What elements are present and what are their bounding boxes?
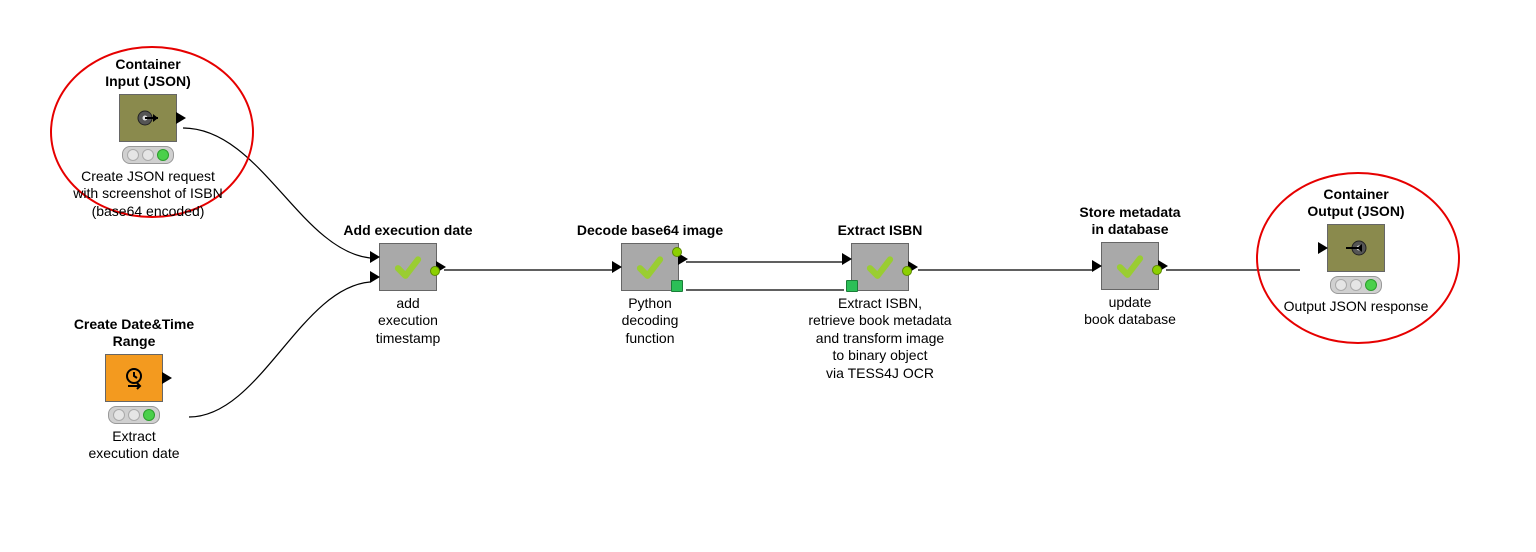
clock-icon [105, 354, 163, 402]
node-date-range[interactable]: Create Date&Time Range Extract execution… [34, 316, 234, 463]
node-description: Create JSON request with screenshot of I… [48, 168, 248, 221]
status-indicator [122, 146, 174, 164]
checkmark-icon [621, 243, 679, 291]
node-add-execution-date[interactable]: Add execution date add execution timesta… [308, 222, 508, 347]
node-description: add execution timestamp [308, 295, 508, 348]
node-description: Python decoding function [550, 295, 750, 348]
node-description: Extract ISBN, retrieve book metadata and… [780, 295, 980, 383]
status-indicator [108, 406, 160, 424]
container-output-icon [1327, 224, 1385, 272]
node-store-metadata[interactable]: Store metadata in database update book d… [1030, 204, 1230, 329]
node-description: update book database [1030, 294, 1230, 329]
checkmark-icon [1101, 242, 1159, 290]
node-title: Extract ISBN [780, 222, 980, 239]
node-title: Add execution date [308, 222, 508, 239]
node-container-output[interactable]: Container Output (JSON) Output JSON resp… [1256, 186, 1456, 315]
node-description: Extract execution date [34, 428, 234, 463]
node-decode-base64[interactable]: Decode base64 image Python decoding func… [550, 222, 750, 347]
node-title: Container Input (JSON) [48, 56, 248, 90]
node-title: Decode base64 image [550, 222, 750, 239]
node-container-input[interactable]: Container Input (JSON) Create JSON reque… [48, 56, 248, 220]
checkmark-icon [851, 243, 909, 291]
node-title: Store metadata in database [1030, 204, 1230, 238]
checkmark-icon [379, 243, 437, 291]
node-title: Container Output (JSON) [1256, 186, 1456, 220]
status-indicator [1330, 276, 1382, 294]
workflow-canvas: Container Input (JSON) Create JSON reque… [0, 0, 1536, 552]
node-title: Create Date&Time Range [34, 316, 234, 350]
node-extract-isbn[interactable]: Extract ISBN Extract ISBN, retrieve book… [780, 222, 980, 382]
node-description: Output JSON response [1256, 298, 1456, 316]
container-input-icon [119, 94, 177, 142]
